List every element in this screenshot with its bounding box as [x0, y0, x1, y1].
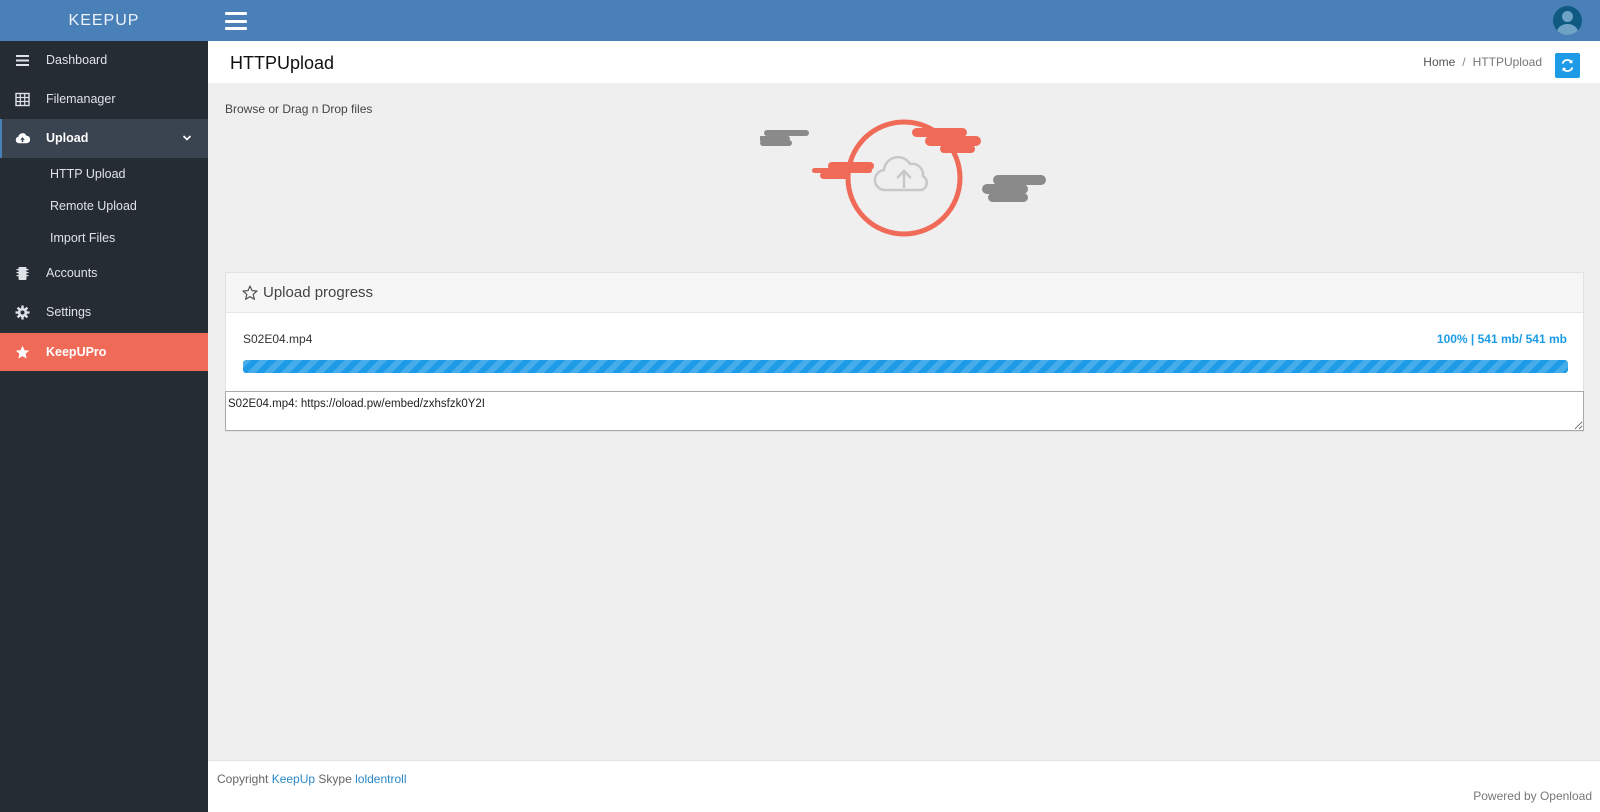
table-icon — [15, 92, 30, 107]
user-avatar-icon[interactable] — [1553, 6, 1582, 35]
sidebar-toggle-icon[interactable] — [225, 12, 247, 30]
sidebar-subitem-remote-upload[interactable]: Remote Upload — [0, 190, 208, 222]
breadcrumb: Home / HTTPUpload — [1423, 55, 1542, 69]
gear-icon — [15, 305, 30, 320]
upload-progress-text: 100% | 541 mb/ 541 mb — [1436, 332, 1567, 346]
skype-link[interactable]: loldentroll — [355, 772, 406, 786]
sidebar-item-accounts[interactable]: Accounts — [0, 254, 208, 293]
page-title: HTTPUpload — [230, 53, 335, 73]
breadcrumb-separator: / — [1462, 55, 1466, 69]
sidebar-item-filemanager[interactable]: Filemanager — [0, 80, 208, 119]
content-header: HTTPUpload Home / HTTPUpload — [208, 41, 1600, 83]
top-navbar: KEEPUP — [0, 0, 1600, 41]
menu-icon — [16, 55, 29, 66]
refresh-icon — [1561, 59, 1574, 72]
sidebar-item-label: Filemanager — [46, 92, 116, 106]
upload-progress-track — [243, 360, 1568, 373]
footer: Copyright KeepUp Skype loldentroll Power… — [208, 760, 1600, 812]
sidebar-item-label: Upload — [46, 131, 89, 145]
brand-logo[interactable]: KEEPUP — [0, 0, 208, 41]
sidebar-item-settings[interactable]: Settings — [0, 293, 208, 332]
upload-progress-bar — [243, 360, 1568, 373]
sidebar-item-label: Accounts — [46, 266, 98, 280]
upload-result-textarea[interactable]: S02E04.mp4: https://oload.pw/embed/zxhsf… — [225, 391, 1584, 431]
star-outline-icon — [242, 285, 258, 300]
keepup-link[interactable]: KeepUp — [272, 772, 315, 786]
breadcrumb-current: HTTPUpload — [1472, 55, 1542, 69]
skype-label: Skype — [318, 772, 352, 786]
panel-heading: Upload progress — [226, 273, 1583, 313]
upload-cloud-illustration[interactable] — [760, 116, 1050, 240]
chevron-down-icon — [182, 135, 192, 141]
star-icon — [15, 345, 30, 359]
sidebar-subitem-http-upload[interactable]: HTTP Upload — [0, 158, 208, 190]
sidebar-item-label: Settings — [46, 305, 92, 319]
powered-by: Powered by Openload — [1473, 789, 1592, 803]
sidebar-subitem-import-files[interactable]: Import Files — [0, 222, 208, 254]
sidebar-item-keepupro[interactable]: KeepUPro — [0, 332, 208, 371]
copyright-label: Copyright — [217, 772, 269, 786]
sidebar-item-label: KeepUPro — [46, 345, 107, 359]
drop-zone-label[interactable]: Browse or Drag n Drop files — [225, 102, 372, 116]
sidebar-item-upload[interactable]: Upload — [0, 119, 208, 158]
chip-icon — [16, 267, 29, 280]
sidebar-item-dashboard[interactable]: Dashboard — [0, 41, 208, 80]
upload-file-name: S02E04.mp4 — [243, 332, 313, 346]
panel-title: Upload progress — [263, 284, 374, 301]
sidebar: Dashboard Filemanager Upload HTTP Upload… — [0, 41, 208, 812]
footer-copyright: Copyright KeepUp Skype loldentroll — [217, 772, 407, 786]
sidebar-item-label: Dashboard — [46, 53, 108, 67]
refresh-button[interactable] — [1555, 53, 1580, 78]
breadcrumb-home-link[interactable]: Home — [1423, 55, 1455, 69]
cloud-upload-icon — [15, 133, 30, 144]
